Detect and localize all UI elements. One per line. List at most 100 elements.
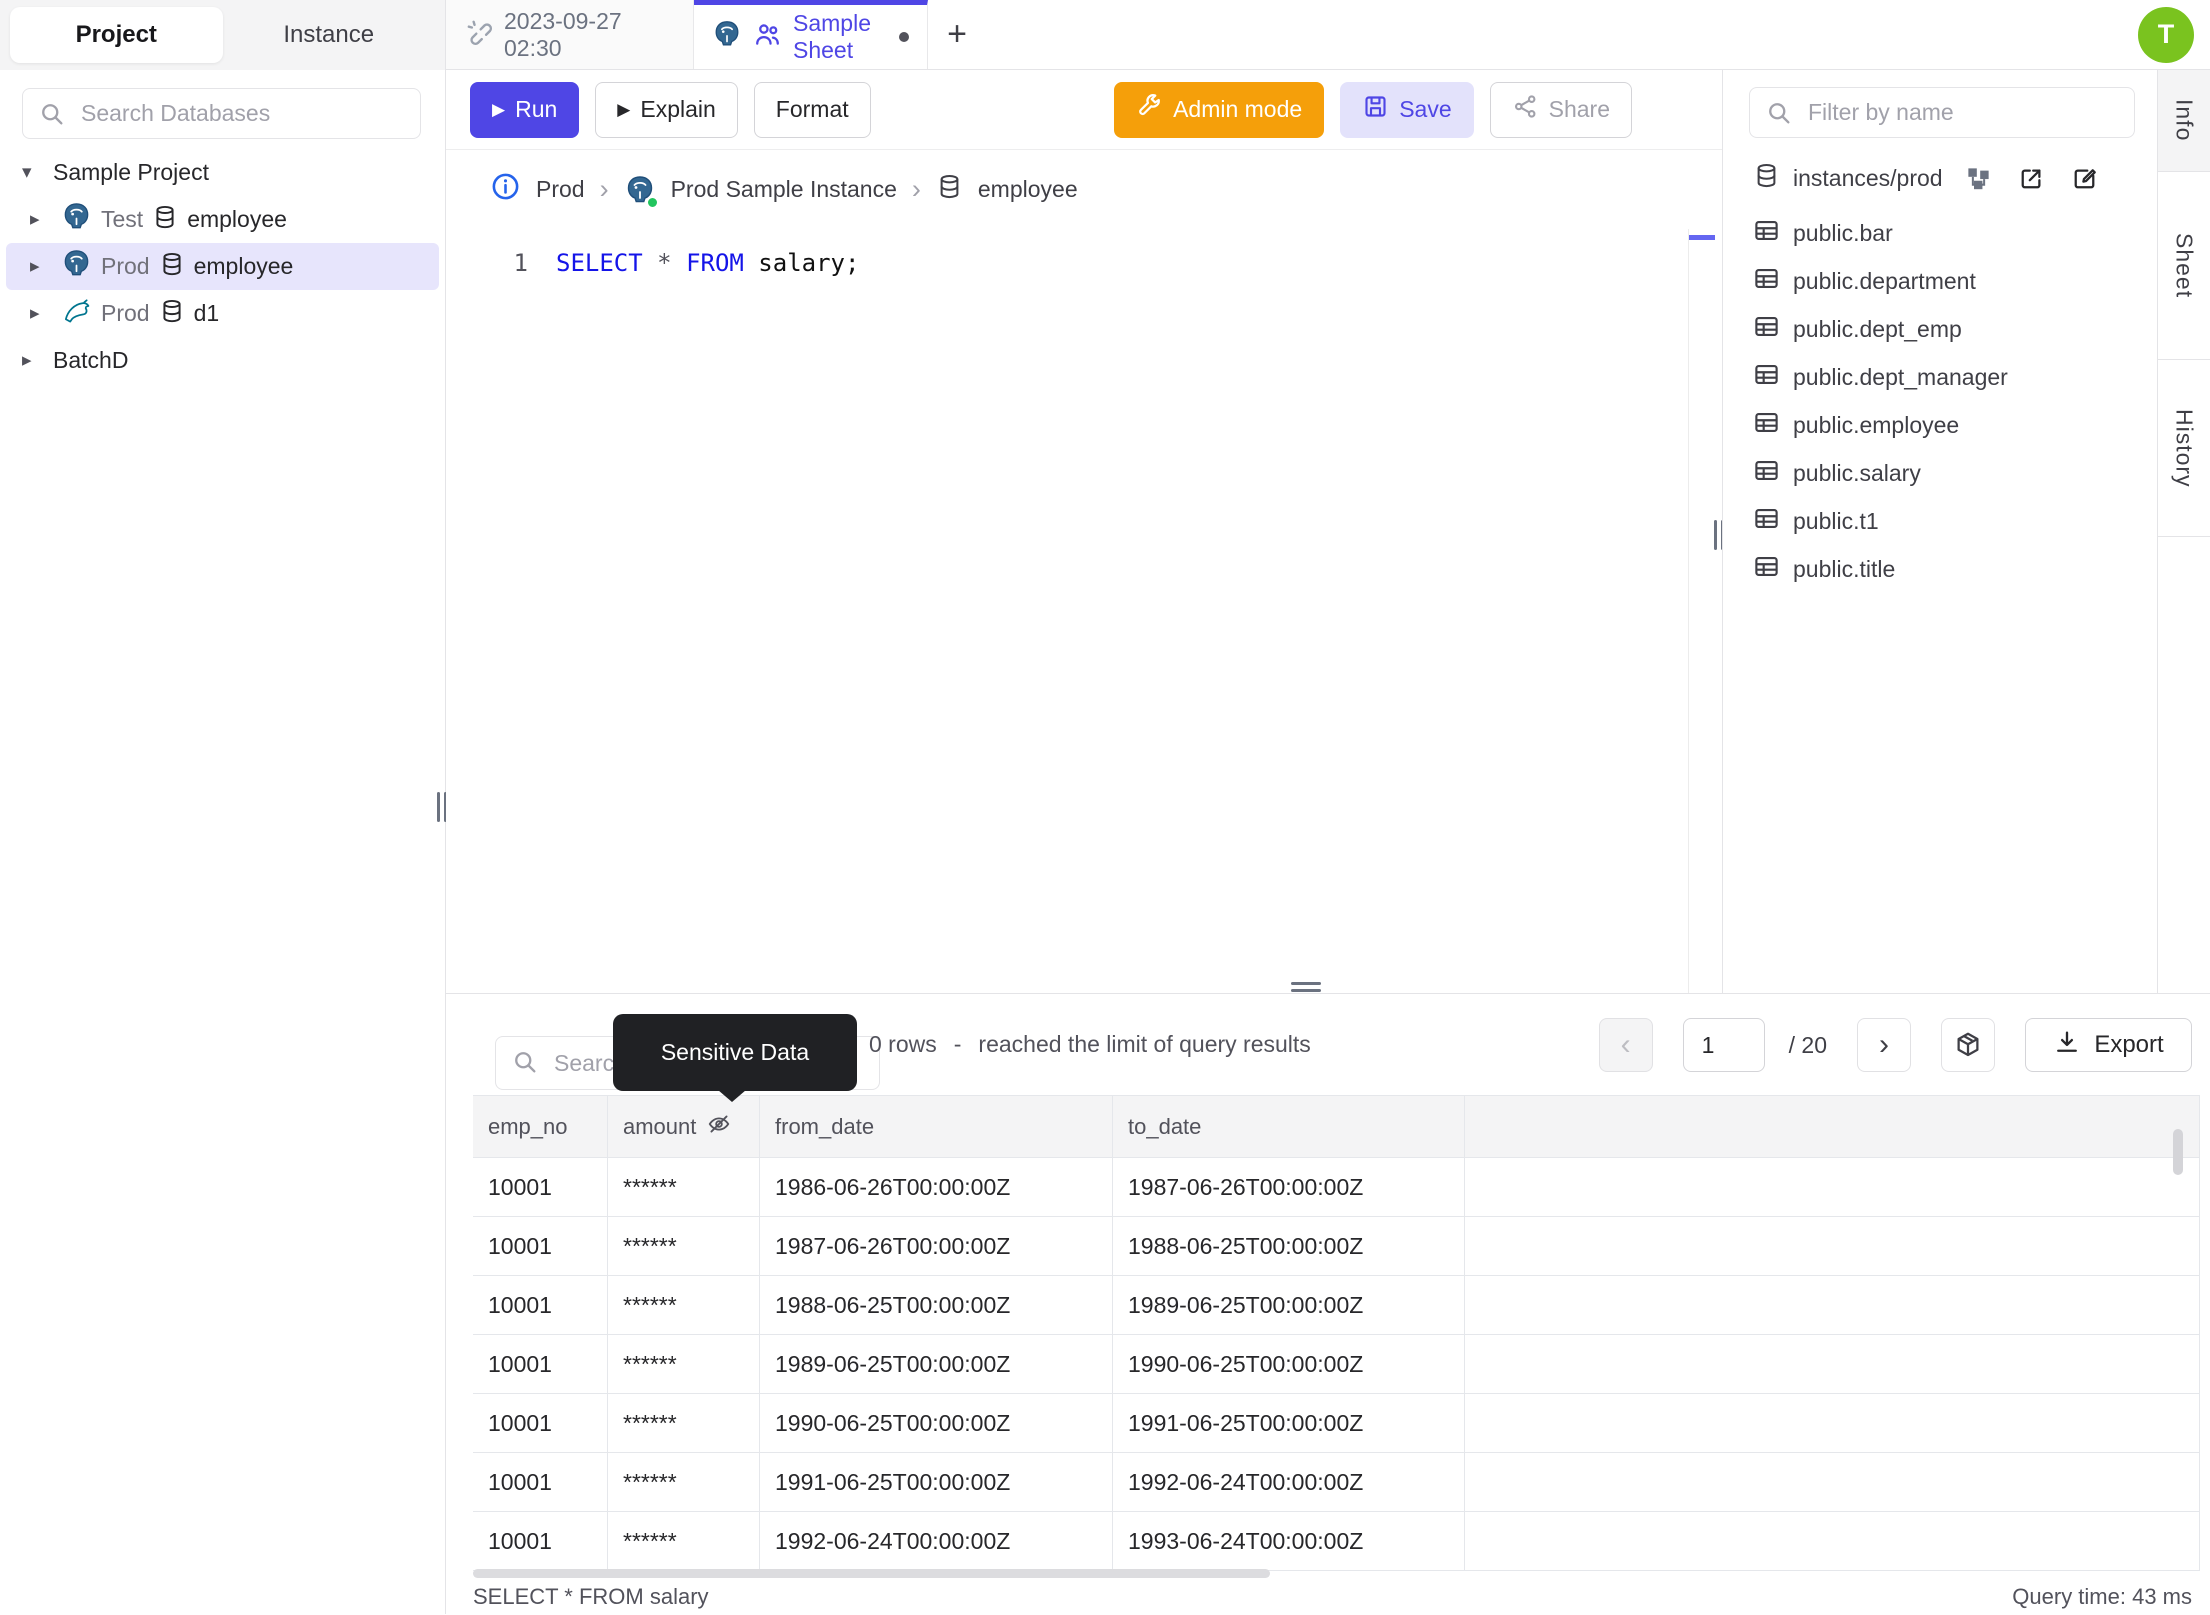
cell-from-date: 1988-06-25T00:00:00Z [760,1276,1113,1334]
table-filter [1749,87,2135,138]
tree-node-label: Sample Project [53,159,209,185]
breadcrumb-instance[interactable]: Prod Sample Instance [671,176,897,203]
next-page-button[interactable]: › [1857,1018,1911,1072]
editor-overview-ruler[interactable] [1688,229,1715,993]
mysql-icon [61,295,92,332]
tree-node-test-employee[interactable]: ▸ Test employee [0,196,445,243]
cell-from-date: 1986-06-26T00:00:00Z [760,1158,1113,1216]
results-panel: 0 rows - reached the limit of query resu… [446,982,2210,1614]
cursor-position-mark [1689,235,1715,240]
database-icon [936,173,963,206]
caret-right-icon[interactable]: ▸ [22,349,44,372]
column-header-to-date: to_date [1113,1096,1465,1157]
table-list-item[interactable]: public.salary [1723,449,2157,497]
table-list-item[interactable]: public.department [1723,257,2157,305]
wrench-icon [1136,93,1163,126]
cell-filler [1465,1512,2199,1570]
external-link-icon[interactable] [2018,165,2045,192]
tree-node-prod-employee[interactable]: ▸ Prod employee [6,243,439,290]
share-button[interactable]: Share [1489,81,1632,138]
table-row[interactable]: 10001 ****** 1987-06-26T00:00:00Z 1988-0… [473,1217,2199,1276]
sql-identifier: salary; [743,249,860,277]
sql-editor-app: Project Instance ▾ Sample Project ▸ Test… [0,0,2210,1614]
new-sheet-button[interactable]: + [928,0,986,69]
rows-info: 0 rows - reached the limit of query resu… [869,994,1311,1095]
format-button[interactable]: Format [753,81,871,138]
sql-editor[interactable]: 1 SELECT * FROM salary; [446,229,1722,993]
table-icon [1753,217,1780,250]
page-number-input[interactable] [1682,1018,1765,1072]
table-row[interactable]: 10001 ****** 1992-06-24T00:00:00Z 1993-0… [473,1512,2199,1571]
unsaved-dot-indicator [899,32,909,42]
table-list-item[interactable]: public.dept_emp [1723,305,2157,353]
data-masking-button[interactable] [1941,1018,1995,1072]
breadcrumb-environment[interactable]: Prod [536,176,585,203]
caret-right-icon[interactable]: ▸ [30,208,52,231]
tab-project[interactable]: Project [10,7,223,63]
user-avatar[interactable]: T [2138,6,2194,63]
table-row[interactable]: 10001 ****** 1990-06-25T00:00:00Z 1991-0… [473,1394,2199,1453]
left-sidebar: Project Instance ▾ Sample Project ▸ Test… [0,0,446,1614]
filter-by-name-input[interactable] [1749,87,2135,138]
chevron-right-icon: › [599,174,609,204]
sql-keyword: FROM [686,249,744,277]
sheet-tab-sample-sheet[interactable]: Sample Sheet [694,0,928,69]
tree-node-sample-project[interactable]: ▾ Sample Project [0,149,445,196]
info-icon[interactable] [490,171,521,208]
table-list-item[interactable]: public.employee [1723,401,2157,449]
explain-button[interactable]: ▶ Explain [595,81,738,138]
prev-page-button[interactable]: ‹ [1598,1018,1653,1072]
vertical-scrollbar-thumb[interactable] [2173,1129,2183,1175]
schema-path-label: instances/prod [1793,165,1943,191]
table-list-item[interactable]: public.title [1723,545,2157,593]
table-list-item[interactable]: public.dept_manager [1723,353,2157,401]
unlink-icon [464,17,493,52]
table-icon [1753,505,1780,538]
table-row[interactable]: 10001 ****** 1986-06-26T00:00:00Z 1987-0… [473,1158,2199,1217]
cell-from-date: 1990-06-25T00:00:00Z [760,1394,1113,1452]
tab-info[interactable]: Info [2158,70,2210,172]
table-list-item[interactable]: public.bar [1723,209,2157,257]
tab-sheet[interactable]: Sheet [2158,172,2210,360]
tab-instance[interactable]: Instance [223,7,436,63]
right-tab-strip: Info Sheet History [2157,70,2210,993]
table-icon [1753,265,1780,298]
database-tree: ▾ Sample Project ▸ Test employee ▸ Prod … [0,149,445,384]
cell-from-date: 1992-06-24T00:00:00Z [760,1512,1113,1570]
edit-icon[interactable] [2071,165,2098,192]
save-button[interactable]: Save [1340,81,1474,138]
table-row[interactable]: 10001 ****** 1989-06-25T00:00:00Z 1990-0… [473,1335,2199,1394]
sheet-tab-timestamp[interactable]: 2023-09-27 02:30 [446,0,694,69]
horizontal-scrollbar-thumb[interactable] [473,1569,1270,1578]
admin-mode-button[interactable]: Admin mode [1114,81,1325,138]
row-count: 0 rows [869,1031,937,1057]
table-row[interactable]: 10001 ****** 1988-06-25T00:00:00Z 1989-0… [473,1276,2199,1335]
cell-filler [1465,1276,2199,1334]
results-resize-handle[interactable] [1291,982,1321,992]
schema-diagram-icon[interactable] [1965,165,1992,192]
breadcrumb: Prod › Prod Sample Instance › employee [446,150,1722,229]
cell-amount-masked: ****** [608,1276,760,1334]
tree-node-batchd[interactable]: ▸ BatchD [0,337,445,384]
environment-label: Test [101,206,144,232]
export-button[interactable]: Export [2025,1018,2192,1072]
tab-history[interactable]: History [2158,360,2210,537]
cell-emp-no: 10001 [473,1335,608,1393]
eye-off-icon[interactable] [706,1111,732,1143]
caret-down-icon[interactable]: ▾ [22,161,44,184]
caret-right-icon[interactable]: ▸ [30,302,52,325]
column-header-emp-no: emp_no [473,1096,608,1157]
tree-node-prod-d1[interactable]: ▸ Prod d1 [0,290,445,337]
breadcrumb-database[interactable]: employee [978,176,1078,203]
editor-toolbar: ▶ Run ▶ Explain Format Admin mode Save Sha… [446,70,1722,150]
schema-panel: instances/prod public.bar public.departm… [1722,70,2157,993]
table-row[interactable]: 10001 ****** 1991-06-25T00:00:00Z 1992-0… [473,1453,2199,1512]
sql-keyword: SELECT [556,249,643,277]
run-button[interactable]: ▶ Run [470,81,580,138]
play-icon: ▶ [492,99,506,119]
search-databases-input[interactable] [22,88,421,139]
table-list-item[interactable]: public.t1 [1723,497,2157,545]
sheet-tab-label: 2023-09-27 02:30 [504,7,622,61]
database-search [22,88,421,139]
caret-right-icon[interactable]: ▸ [30,255,52,278]
